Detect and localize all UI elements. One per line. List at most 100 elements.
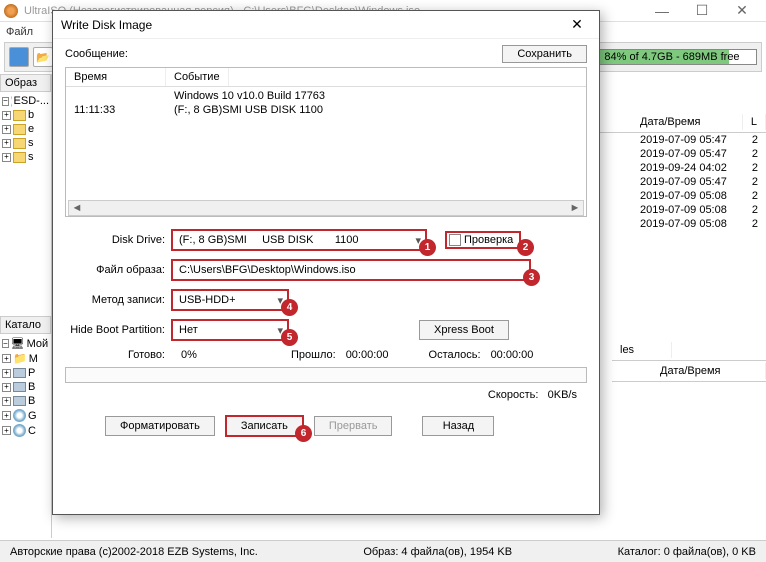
disk-usage-meter: 84% of 4.7GB - 689MB free: [587, 49, 757, 65]
hide-boot-select[interactable]: Нет: [171, 319, 289, 341]
cell-l: 2: [744, 203, 766, 217]
file-row[interactable]: 2019-07-09 05:082: [632, 189, 766, 203]
status-copyright: Авторские права (c)2002-2018 EZB Systems…: [10, 546, 258, 558]
speed-value: 0KB/s: [548, 389, 577, 401]
xpress-boot-button[interactable]: Xpress Boot: [419, 320, 509, 340]
file-row[interactable]: 2019-07-09 05:082: [632, 217, 766, 231]
tree-item[interactable]: +C: [2, 423, 49, 438]
scroll-left-icon[interactable]: ◄: [69, 202, 85, 214]
dialog-body: Сообщение: Сохранить Время Событие Windo…: [53, 39, 599, 447]
badge-1: 1: [419, 239, 436, 256]
image-file-value: C:\Users\BFG\Desktop\Windows.iso: [179, 264, 356, 276]
tree-item-label: e: [28, 123, 34, 135]
remain-value: 00:00:00: [491, 349, 534, 361]
cell-l: 2: [744, 133, 766, 147]
badge-4: 4: [281, 299, 298, 316]
image-tree: −ESD-... +b +e +s +s: [0, 92, 51, 166]
write-method-select[interactable]: USB-HDD+: [171, 289, 289, 311]
log-event: (F:, 8 GB)SMI USB DISK 1100: [166, 103, 331, 117]
cell-l: 2: [744, 161, 766, 175]
tree-root-label: ESD-...: [14, 95, 49, 107]
dialog-close-button[interactable]: ✕: [563, 16, 591, 33]
lower-grid-header: les: [612, 340, 766, 361]
write-button[interactable]: Записать: [225, 415, 304, 437]
log-row: 11:11:33(F:, 8 GB)SMI USB DISK 1100: [66, 103, 586, 117]
log-time: 11:11:33: [66, 103, 166, 117]
log-row: Windows 10 v10.0 Build 17763: [66, 89, 586, 103]
tree-item-label: b: [28, 109, 34, 121]
log-scrollbar[interactable]: ◄ ►: [68, 200, 584, 216]
tree-item[interactable]: +G: [2, 408, 49, 423]
tree-item[interactable]: +P: [2, 366, 49, 380]
save-button[interactable]: Сохранить: [502, 45, 587, 63]
badge-6: 6: [295, 425, 312, 442]
log-col-event[interactable]: Событие: [166, 68, 229, 86]
col-date2[interactable]: Дата/Время: [652, 363, 766, 379]
file-row[interactable]: 2019-09-24 04:022: [632, 161, 766, 175]
my-computer-label: Мой к: [27, 338, 52, 350]
verify-checkbox-wrap[interactable]: Проверка: [445, 231, 521, 249]
file-row[interactable]: 2019-07-09 05:472: [632, 147, 766, 161]
badge-3: 3: [523, 269, 540, 286]
menu-file[interactable]: Файл: [6, 26, 33, 38]
col-date[interactable]: Дата/Время: [632, 114, 743, 130]
image-tree-header: Образ: [0, 74, 51, 92]
tree-item-label: B: [28, 381, 35, 393]
image-file-field[interactable]: C:\Users\BFG\Desktop\Windows.iso: [171, 259, 531, 281]
log-col-time[interactable]: Время: [66, 68, 166, 86]
cell-date: 2019-07-09 05:47: [632, 133, 744, 147]
write-disk-dialog: Write Disk Image ✕ Сообщение: Сохранить …: [52, 10, 600, 515]
tree-item-label: G: [28, 410, 37, 422]
dialog-title: Write Disk Image: [61, 18, 152, 32]
tree-item-label: B: [28, 395, 35, 407]
message-label: Сообщение:: [65, 48, 128, 60]
tree-item[interactable]: +b: [2, 108, 49, 122]
badge-2: 2: [517, 239, 534, 256]
maximize-button[interactable]: ☐: [682, 0, 722, 22]
cell-date: 2019-07-09 05:08: [632, 189, 744, 203]
open-icon[interactable]: 📂: [33, 47, 53, 67]
col-l[interactable]: L: [743, 114, 766, 130]
tree-item[interactable]: +s: [2, 150, 49, 164]
disk-drive-select[interactable]: (F:, 8 GB)SMI USB DISK 1100: [171, 229, 427, 251]
tree-root[interactable]: −ESD-...: [2, 94, 49, 108]
file-row[interactable]: 2019-07-09 05:472: [632, 133, 766, 147]
statusbar: Авторские права (c)2002-2018 EZB Systems…: [0, 540, 766, 562]
local-tree: −🖥Мой к +📁M +P +B +B +G +C: [0, 334, 51, 440]
tree-item[interactable]: +e: [2, 122, 49, 136]
catalog-header: Катало: [0, 316, 51, 334]
hide-boot-label: Hide Boot Partition:: [65, 324, 171, 336]
tree-item[interactable]: +📁M: [2, 351, 49, 366]
tree-item-label: s: [28, 151, 34, 163]
tree-item-label: s: [28, 137, 34, 149]
verify-checkbox[interactable]: [449, 234, 461, 246]
window-controls: — ☐ ✕: [642, 0, 762, 22]
log-table: Время Событие Windows 10 v10.0 Build 177…: [65, 67, 587, 217]
file-row[interactable]: 2019-07-09 05:082: [632, 203, 766, 217]
cell-date: 2019-09-24 04:02: [632, 161, 744, 175]
disk-drive-label: Disk Drive:: [65, 234, 171, 246]
tree-item[interactable]: +s: [2, 136, 49, 150]
lower-grid-header2: Дата/Время: [612, 361, 766, 382]
cell-l: 2: [744, 175, 766, 189]
scroll-right-icon[interactable]: ►: [567, 202, 583, 214]
tree-item[interactable]: +B: [2, 394, 49, 408]
my-computer[interactable]: −🖥Мой к: [2, 336, 49, 351]
col-les[interactable]: les: [612, 342, 672, 358]
back-button[interactable]: Назад: [422, 416, 494, 436]
left-panel: Образ −ESD-... +b +e +s +s Катало −🖥Мой …: [0, 74, 52, 538]
remain-label: Осталось:: [429, 349, 481, 361]
file-row[interactable]: 2019-07-09 05:472: [632, 175, 766, 189]
write-method-label: Метод записи:: [65, 294, 171, 306]
cell-date: 2019-07-09 05:08: [632, 217, 744, 231]
log-time: [66, 89, 166, 103]
close-button[interactable]: ✕: [722, 0, 762, 22]
tree-item-label: M: [29, 353, 38, 365]
new-icon[interactable]: [9, 47, 29, 67]
minimize-button[interactable]: —: [642, 0, 682, 22]
progress-bar: [65, 367, 587, 383]
log-event: Windows 10 v10.0 Build 17763: [166, 89, 333, 103]
tree-item[interactable]: +B: [2, 380, 49, 394]
format-button[interactable]: Форматировать: [105, 416, 215, 436]
verify-label: Проверка: [464, 234, 513, 246]
